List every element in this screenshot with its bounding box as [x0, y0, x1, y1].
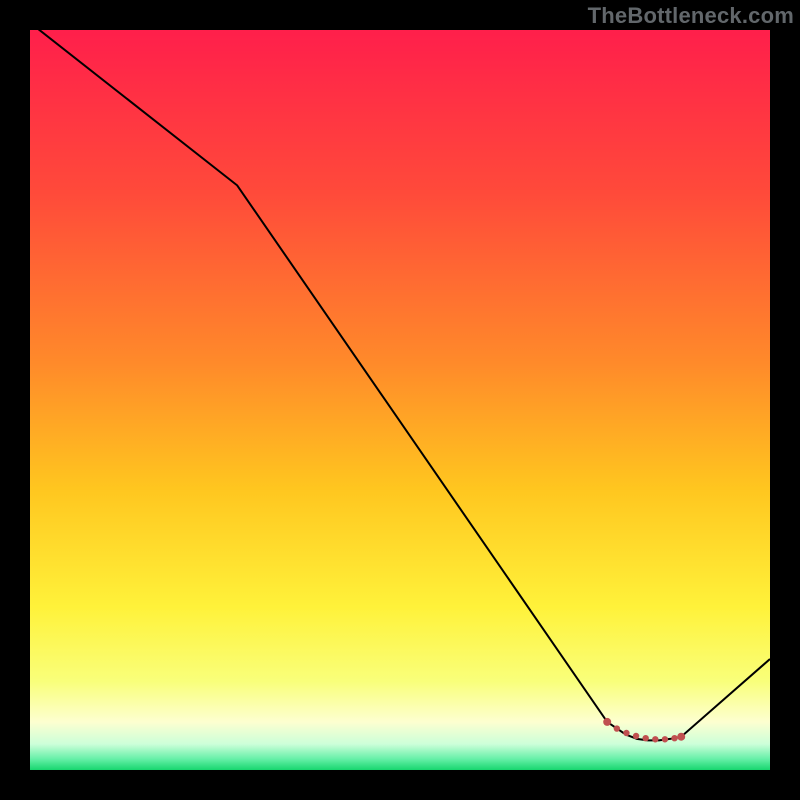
chart-svg: [30, 30, 770, 770]
marker-dot: [671, 735, 677, 741]
marker-dot: [642, 735, 648, 741]
marker-dot: [633, 733, 639, 739]
marker-dot: [677, 733, 685, 741]
marker-dot: [662, 736, 668, 742]
marker-dot: [652, 736, 658, 742]
marker-dot: [603, 718, 611, 726]
marker-dot: [614, 725, 620, 731]
gradient-background: [30, 30, 770, 770]
chart-stage: TheBottleneck.com: [0, 0, 800, 800]
watermark-text: TheBottleneck.com: [588, 3, 794, 29]
marker-dot: [623, 730, 629, 736]
